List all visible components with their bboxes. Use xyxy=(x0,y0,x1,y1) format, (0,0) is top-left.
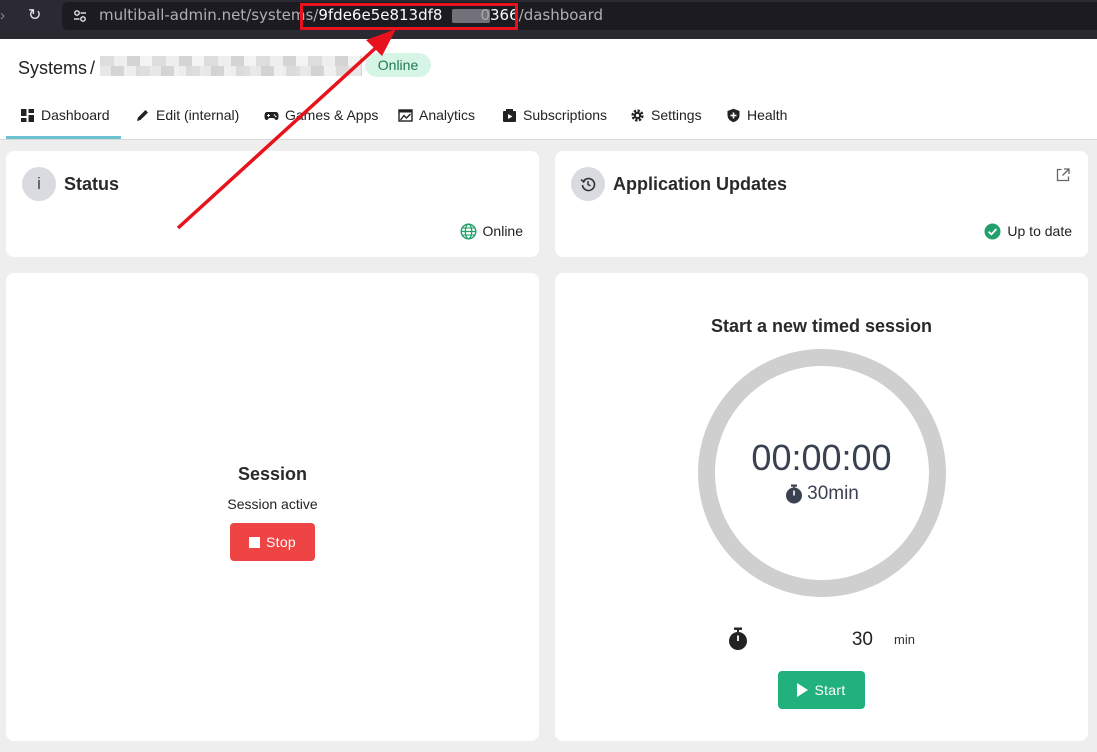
site-settings-icon[interactable] xyxy=(72,8,88,24)
session-title: Session xyxy=(237,464,308,484)
stopwatch-icon xyxy=(729,627,747,650)
tab-label: Settings xyxy=(651,107,702,123)
tab-label: Edit (internal) xyxy=(156,107,240,123)
history-icon-glyph xyxy=(580,177,596,192)
status-card-title: Status xyxy=(64,174,120,194)
duration-input[interactable] xyxy=(755,627,873,653)
breadcrumb-systems[interactable]: Systems xyxy=(18,57,87,79)
gear-icon xyxy=(631,109,644,122)
updates-card-title: Application Updates xyxy=(613,174,788,194)
timer-duration-display: 30min xyxy=(555,483,1088,505)
video-icon xyxy=(503,109,516,122)
forward-arrow-icon[interactable]: › xyxy=(0,7,10,25)
timed-session-title: Start a new timed session xyxy=(710,316,933,336)
timer-countdown: 00:00:00 xyxy=(751,437,892,478)
updates-value: Up to date xyxy=(1007,223,1072,239)
tab-label: Analytics xyxy=(419,107,476,123)
stop-button[interactable]: Stop xyxy=(230,523,315,561)
reload-icon[interactable]: ↻ xyxy=(28,7,44,25)
tab-settings[interactable]: Settings xyxy=(630,101,702,139)
stop-square-icon xyxy=(249,536,260,548)
breadcrumb-separator: / xyxy=(90,58,96,78)
gamepad-icon xyxy=(264,112,279,120)
status-card: i Status Online xyxy=(6,151,539,257)
timer-duration-text: 30min xyxy=(807,483,859,504)
timed-session-card: Start a new timed session 00:00:00 30min… xyxy=(555,273,1088,741)
session-subtitle: Session active xyxy=(227,496,318,512)
tab-health[interactable]: Health xyxy=(726,101,787,139)
duration-unit: min xyxy=(894,632,915,647)
tab-dashboard[interactable]: Dashboard xyxy=(6,101,121,139)
tab-games-apps[interactable]: Games & Apps xyxy=(264,101,378,139)
play-icon xyxy=(797,683,809,697)
tab-label: Health xyxy=(747,107,788,123)
stop-button-label: Stop xyxy=(266,534,296,550)
updates-card: Application Updates Up to date xyxy=(555,151,1088,257)
status-value-row: Online xyxy=(460,222,523,240)
pencil-icon xyxy=(137,110,148,121)
dashboard-grid-icon xyxy=(21,109,34,122)
session-card: Session Session active Stop xyxy=(6,273,539,741)
updates-value-row: Up to date xyxy=(984,222,1072,240)
url-suffix: /dashboard xyxy=(518,6,604,24)
browser-toolbar: › ↻ multiball-admin.net/systems/9fde6e5e… xyxy=(0,0,1097,39)
start-button-label: Start xyxy=(814,682,846,698)
info-icon: i xyxy=(22,167,56,201)
url-prefix: multiball-admin.net/systems/ xyxy=(99,6,319,24)
chart-line-icon xyxy=(398,109,413,122)
check-circle-icon xyxy=(984,223,1001,239)
history-icon xyxy=(571,167,605,201)
external-link-icon[interactable] xyxy=(1055,167,1071,183)
globe-icon xyxy=(460,222,477,240)
tab-subscriptions[interactable]: Subscriptions xyxy=(502,101,607,139)
status-value: Online xyxy=(482,223,523,239)
breadcrumb-redacted-name-lower xyxy=(100,66,362,76)
page-header: Systems / Online Dashboard Edit (interna… xyxy=(0,39,1097,140)
stopwatch-icon xyxy=(786,484,803,504)
tab-bar: Dashboard Edit (internal) Games & Apps A… xyxy=(0,101,1097,139)
tab-label: Games & Apps xyxy=(285,107,379,123)
start-button[interactable]: Start xyxy=(778,671,865,709)
annotation-highlight-box xyxy=(300,3,518,30)
tab-label: Dashboard xyxy=(41,107,110,123)
tab-analytics[interactable]: Analytics xyxy=(398,101,475,139)
shield-icon xyxy=(727,108,740,123)
tab-edit-internal[interactable]: Edit (internal) xyxy=(135,101,239,139)
tab-label: Subscriptions xyxy=(523,107,608,123)
status-badge: Online xyxy=(365,53,431,77)
